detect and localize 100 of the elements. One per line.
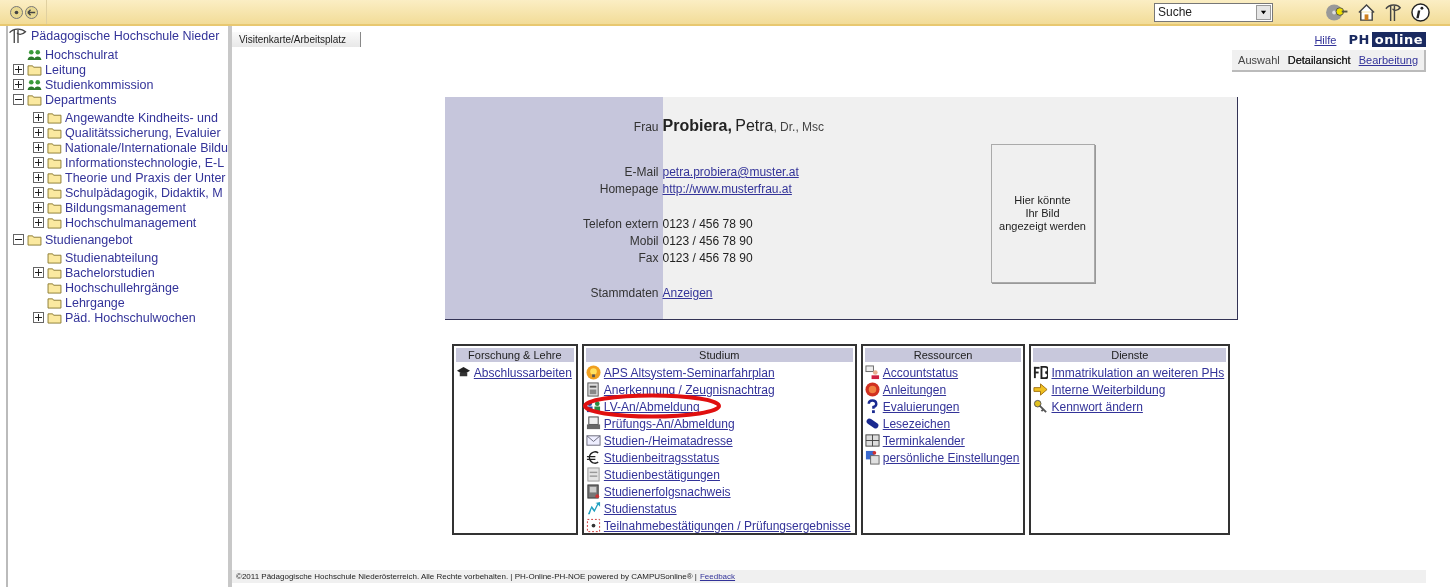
- tree-item[interactable]: Schulpädagogik, Didaktik, M: [65, 185, 223, 200]
- expand-toggle[interactable]: [33, 187, 44, 198]
- panel-header: Forschung & Lehre: [455, 348, 574, 362]
- tree-item[interactable]: Lehrgange: [65, 295, 125, 310]
- expand-toggle[interactable]: [13, 79, 24, 90]
- help-icon: [864, 382, 880, 397]
- back-button[interactable]: [25, 5, 38, 19]
- search-dropdown[interactable]: Suche: [1154, 2, 1273, 22]
- circle-button[interactable]: [10, 5, 23, 19]
- feedback-link[interactable]: Feedback: [699, 572, 736, 581]
- arrow-icon: [1033, 382, 1049, 397]
- folder-icon: [47, 186, 62, 199]
- bulb-icon: [585, 365, 601, 380]
- expand-toggle[interactable]: [13, 234, 24, 245]
- tree-item[interactable]: Hochschulrat: [45, 47, 118, 62]
- expand-toggle[interactable]: [33, 142, 44, 153]
- folder-icon: [47, 201, 62, 214]
- field-label: Mobil: [628, 234, 660, 248]
- home-icon[interactable]: [1357, 2, 1376, 22]
- folder-icon: [27, 93, 42, 106]
- group-icon: [27, 48, 42, 61]
- menu-link[interactable]: Prüfungs-An/Abmeldung: [603, 416, 735, 431]
- expand-toggle[interactable]: [13, 94, 24, 105]
- expand-toggle[interactable]: [33, 172, 44, 183]
- calendar-icon: [864, 433, 880, 448]
- menu-link[interactable]: Anerkennung / Zeugnisnachtrag: [603, 382, 775, 397]
- paperclip-icon: [864, 416, 880, 431]
- view-tab[interactable]: Bearbeitung: [1358, 54, 1418, 66]
- expand-toggle[interactable]: [33, 217, 44, 228]
- menu-link[interactable]: Studienerfolgsnachweis: [603, 484, 731, 499]
- menu-link[interactable]: Immatrikulation an weiteren PHs: [1051, 365, 1225, 380]
- tree-item[interactable]: Hochschulmanagement: [65, 215, 197, 230]
- folder-icon: [47, 281, 62, 294]
- field-label: Frau: [632, 120, 660, 134]
- menu-link[interactable]: Anleitungen: [882, 382, 947, 397]
- view-tab[interactable]: Auswahl: [1238, 54, 1280, 66]
- help-link[interactable]: Hilfe: [1314, 33, 1337, 46]
- expand-toggle[interactable]: [33, 127, 44, 138]
- menu-link[interactable]: Abschlussarbeiten: [473, 365, 572, 380]
- key-icon: [1033, 399, 1049, 414]
- document-icon: [585, 484, 601, 499]
- menu-link[interactable]: Evaluierungen: [882, 399, 960, 414]
- view-tab[interactable]: Detailansicht: [1287, 54, 1351, 66]
- field-label: Stammdaten: [589, 286, 660, 300]
- expand-toggle[interactable]: [33, 112, 44, 123]
- tree-item[interactable]: Leitung: [45, 62, 86, 77]
- cd-key-icon[interactable]: [1325, 2, 1349, 22]
- folder-icon: [47, 126, 62, 139]
- tree-item[interactable]: Angewandte Kindheits- und: [65, 110, 218, 125]
- tree-item[interactable]: Informationstechnologie, E-L: [65, 155, 225, 170]
- expand-toggle[interactable]: [33, 157, 44, 168]
- expand-toggle[interactable]: [13, 64, 24, 75]
- field-link[interactable]: http://www.musterfrau.at: [662, 182, 792, 196]
- tree-item[interactable]: Qualitätssicherung, Evaluier: [65, 125, 221, 140]
- menu-link[interactable]: Accountstatus: [882, 365, 959, 380]
- menu-link[interactable]: Teilnahmebestätigungen / Prüfungsergebnisse: [603, 518, 851, 533]
- menu-link[interactable]: Studienbeitragsstatus: [603, 450, 720, 465]
- panel-header: Dienste: [1033, 348, 1227, 362]
- menu-link[interactable]: Interne Weiterbildung: [1051, 382, 1166, 397]
- euro-icon: [585, 450, 601, 465]
- expand-toggle[interactable]: [33, 267, 44, 278]
- user-card-icon: [864, 365, 880, 380]
- folder-icon: [47, 216, 62, 229]
- folder-icon: [47, 171, 62, 184]
- menu-link[interactable]: Kennwort ändern: [1051, 399, 1143, 414]
- field-link[interactable]: petra.probiera@muster.at: [662, 165, 799, 179]
- tree-item[interactable]: Bachelorstudien: [65, 265, 155, 280]
- menu-link[interactable]: Terminkalender: [882, 433, 965, 448]
- ph-logo-icon[interactable]: [1384, 2, 1403, 22]
- menu-link[interactable]: persönliche Einstellungen: [882, 450, 1020, 465]
- field-label: Fax: [637, 251, 660, 265]
- settings-icon: [864, 450, 880, 465]
- caret-icon: [1260, 8, 1267, 16]
- panel-header: Ressourcen: [864, 348, 1022, 362]
- tree-item[interactable]: Studienabteilung: [65, 250, 159, 265]
- tree-item[interactable]: Departments: [45, 92, 117, 107]
- menu-link[interactable]: Lesezeichen: [882, 416, 951, 431]
- folder-icon: [27, 63, 42, 76]
- field-value: 0123 / 456 78 90: [662, 251, 753, 265]
- menu-link[interactable]: Studienstatus: [603, 501, 677, 516]
- menu-link[interactable]: APS Altsystem-Seminarfahrplan: [603, 365, 775, 380]
- menu-link[interactable]: Studien-/Heimatadresse: [603, 433, 733, 448]
- info-icon[interactable]: [1411, 2, 1430, 22]
- document-icon: [585, 467, 601, 482]
- tree-item[interactable]: Hochschullehrgänge: [65, 280, 179, 295]
- tree-item[interactable]: Studienangebot: [45, 232, 133, 247]
- field-label: E-Mail: [623, 165, 660, 179]
- tree-item[interactable]: Nationale/Internationale Bildu: [64, 140, 228, 155]
- menu-link[interactable]: Studienbestätigungen: [603, 467, 720, 482]
- tree-item[interactable]: Päd. Hochschulwochen: [65, 310, 196, 325]
- page-tab[interactable]: Visitenkarte/Arbeitsplatz: [232, 32, 362, 47]
- field-link[interactable]: Anzeigen: [662, 286, 713, 300]
- expand-toggle[interactable]: [33, 202, 44, 213]
- panel-header: Studium: [585, 348, 853, 362]
- tree-item[interactable]: Bildungsmanagement: [65, 200, 186, 215]
- tree-item[interactable]: Studienkommission: [45, 77, 154, 92]
- expand-toggle[interactable]: [33, 312, 44, 323]
- tree-item[interactable]: Theorie und Praxis der Unter: [65, 170, 226, 185]
- folder-icon: [27, 233, 42, 246]
- sidebar-title: Pädagogische Hochschule Nieder: [31, 28, 220, 43]
